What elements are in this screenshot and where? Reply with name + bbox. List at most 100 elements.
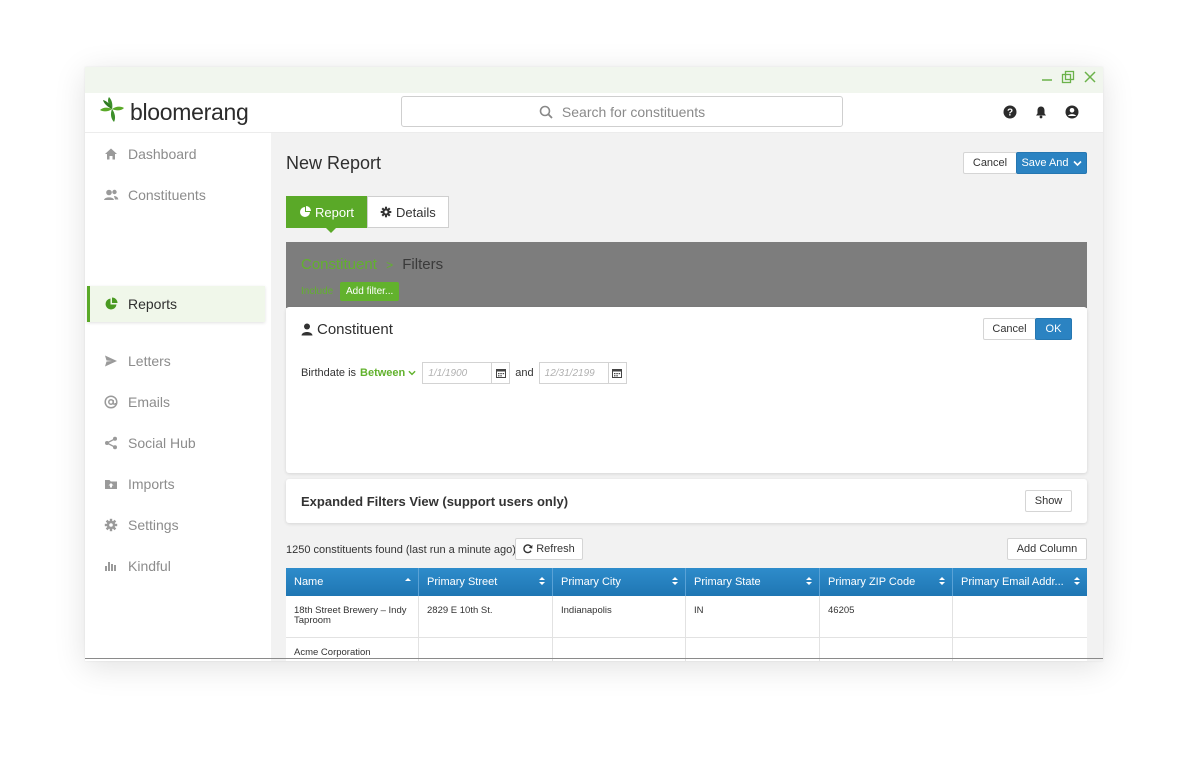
from-date-input[interactable]: 1/1/1900 [422,362,493,384]
table-row[interactable]: 18th Street Brewery – Indy Taproom 2829 … [286,596,1087,638]
cancel-button[interactable]: Cancel [963,152,1017,174]
table-cell-zip: 46205 [820,596,953,637]
column-header-primary-street[interactable]: Primary Street [419,568,553,596]
sidebar-item-reports[interactable]: Reports [87,286,265,322]
table-cell-email [953,596,1087,637]
sidebar-item-constituents[interactable]: Constituents [87,177,265,213]
sort-asc-icon [404,576,412,589]
filter-cancel-button[interactable]: Cancel [983,318,1036,340]
constituent-filter-card: Constituent Cancel OK Birthdate is Betwe… [286,307,1087,473]
at-icon [103,394,119,410]
table-cell-name: 18th Street Brewery – Indy Taproom [286,596,419,637]
column-header-primary-state[interactable]: Primary State [686,568,820,596]
column-header-primary-zip[interactable]: Primary ZIP Code [820,568,953,596]
sidebar-item-settings[interactable]: Settings [87,507,265,543]
search-placeholder: Search for constituents [561,103,706,120]
table-cell-state: IN [686,596,820,637]
folder-upload-icon [103,476,119,492]
breadcrumb-separator: > [386,258,394,272]
sidebar-item-label: Kindful [128,558,171,574]
home-icon [103,146,119,162]
tab-label: Report [315,204,355,220]
sidebar-item-label: Constituents [128,187,206,203]
brand-logo[interactable]: bloomerang [99,96,249,129]
column-header-label: Primary Email Addr... [961,576,1064,588]
column-header-label: Primary State [694,576,761,588]
operator-select[interactable]: Between [360,367,416,379]
birthdate-label: Birthdate is [301,367,357,379]
window-bottom-divider [85,658,1103,659]
svg-text:?: ? [1007,108,1013,119]
save-and-button[interactable]: Save And [1016,152,1087,174]
add-filter-button[interactable]: Add filter... [340,282,400,301]
sidebar-item-dashboard[interactable]: Dashboard [87,136,265,172]
window-titlebar [85,67,1103,93]
chevron-down-icon [1072,159,1082,168]
breadcrumb-filters: Filters [402,256,444,273]
and-label: and [515,367,534,379]
tab-details[interactable]: Details [367,196,449,228]
sidebar-item-kindful[interactable]: Kindful [87,548,265,584]
to-date-input[interactable]: 12/31/2199 [538,362,609,384]
sidebar-item-label: Imports [128,476,175,492]
page-title: New Report [286,153,382,173]
filter-ok-button[interactable]: OK [1035,318,1072,340]
expanded-filters-title: Expanded Filters View (support users onl… [301,494,569,509]
column-header-label: Primary ZIP Code [828,576,916,588]
add-column-button[interactable]: Add Column [1007,538,1087,560]
minimize-icon[interactable] [1037,70,1057,90]
logo-flower-icon [99,96,125,129]
sidebar-item-social-hub[interactable]: Social Hub [87,425,265,461]
tab-report[interactable]: Report [286,196,368,233]
save-and-label: Save And [1021,157,1069,169]
calendar-icon[interactable] [608,362,627,384]
results-count: 1250 constituents found (last run a minu… [286,544,516,556]
help-icon[interactable]: ? [1002,104,1018,120]
search-input[interactable]: Search for constituents [401,96,843,127]
breadcrumb-constituent[interactable]: Constituent [301,256,377,273]
pie-chart-icon [103,296,119,312]
sort-icon [805,576,813,589]
expanded-filters-card: Expanded Filters View (support users onl… [286,479,1087,523]
tab-label: Details [396,204,436,220]
search-icon [539,105,553,119]
main-content: New Report Cancel Save And Report Detail… [271,133,1103,661]
app-header: bloomerang Search for constituents ? [85,93,1103,133]
paper-plane-icon [103,353,119,369]
sidebar-item-imports[interactable]: Imports [87,466,265,502]
gear-icon [380,206,392,218]
sort-icon [938,576,946,589]
kindful-bars-icon [103,558,119,574]
sort-icon [1073,576,1081,589]
user-icon [301,323,313,336]
restore-icon[interactable] [1058,70,1078,90]
sidebar-item-emails[interactable]: Emails [87,384,265,420]
include-label[interactable]: Include [301,286,333,297]
refresh-button[interactable]: Refresh [515,538,583,560]
results-table: Name Primary Street Primary City Primary… [286,568,1087,661]
refresh-label: Refresh [536,543,575,555]
chevron-down-icon [408,369,416,377]
column-header-primary-email[interactable]: Primary Email Addr... [953,568,1087,596]
notifications-bell-icon[interactable] [1033,104,1049,120]
operator-value: Between [360,367,406,379]
user-account-icon[interactable] [1064,104,1080,120]
sidebar-item-label: Letters [128,353,171,369]
sidebar: Dashboard Constituents Reports Letters E… [85,133,271,661]
filter-bar: Constituent > Filters Include Add filter… [286,242,1087,308]
sort-icon [538,576,546,589]
show-button[interactable]: Show [1025,490,1072,512]
column-header-label: Primary Street [427,576,498,588]
table-header: Name Primary Street Primary City Primary… [286,568,1087,596]
report-tabs: Report Details [286,196,449,233]
table-cell-street: 2829 E 10th St. [419,596,553,637]
card-title: Constituent [301,321,393,338]
share-icon [103,435,119,451]
brand-name: bloomerang [130,98,249,125]
sidebar-item-letters[interactable]: Letters [87,343,265,379]
column-header-name[interactable]: Name [286,568,419,596]
app-window: bloomerang Search for constituents ? Das… [85,67,1103,661]
calendar-icon[interactable] [492,362,511,384]
column-header-primary-city[interactable]: Primary City [553,568,686,596]
close-icon[interactable] [1080,70,1100,90]
